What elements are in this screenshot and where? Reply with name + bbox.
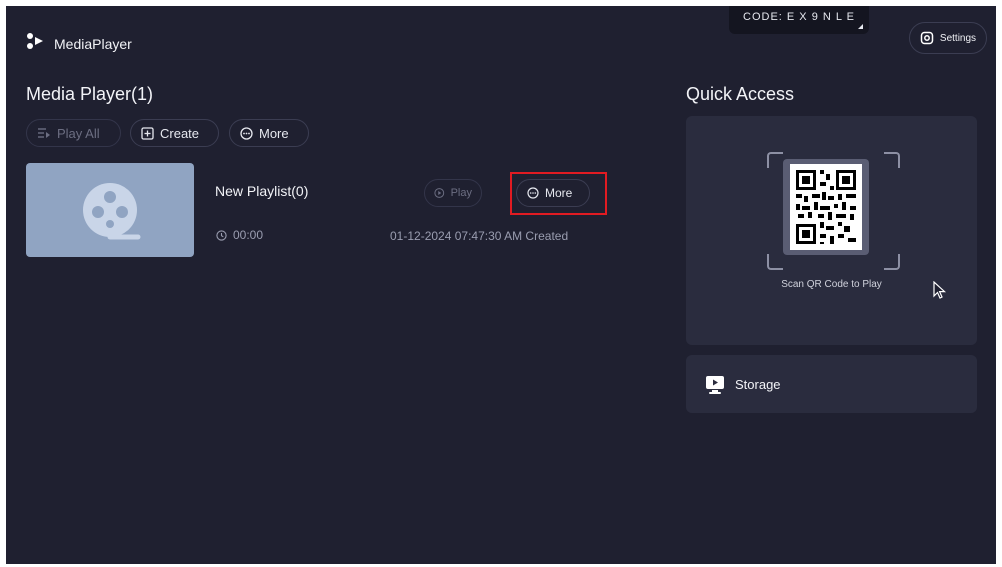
clock-icon <box>216 229 227 241</box>
more-toolbar-label: More <box>259 125 289 141</box>
play-label: Play <box>450 187 472 199</box>
storage-button[interactable] <box>686 355 977 413</box>
qr-corner-bottom-left <box>767 254 783 270</box>
more-options-icon <box>240 126 253 140</box>
duration-value: 00:00 <box>233 228 264 242</box>
add-box-icon <box>141 126 154 140</box>
play-circle-icon <box>434 188 445 198</box>
mouse-cursor-icon <box>933 281 947 299</box>
app-name: MediaPlayer <box>54 36 132 52</box>
create-button[interactable]: Create <box>130 119 219 147</box>
playlist-name[interactable]: New Playlist(0) <box>215 183 308 199</box>
quick-access-title: Quick Access <box>686 84 795 104</box>
play-all-button[interactable]: Play All <box>26 119 121 147</box>
qr-corner-top-left <box>767 152 783 168</box>
settings-label: Settings <box>939 32 977 44</box>
play-button[interactable]: Play <box>424 179 482 207</box>
playlist-thumbnail[interactable] <box>26 163 194 257</box>
settings-icon <box>920 31 934 45</box>
play-all-label: Play All <box>57 125 100 141</box>
created-timestamp: 01-12-2024 07:47:30 AM Created <box>390 229 569 243</box>
qr-corner-top-right <box>884 152 900 168</box>
more-toolbar-button[interactable]: More <box>229 119 309 147</box>
highlight-box <box>510 172 607 215</box>
corner-indicator-icon <box>858 24 863 29</box>
app-logo-icon <box>27 33 43 49</box>
app-screen: MediaPlayer CODE: E X 9 N L E Settings M… <box>6 6 996 564</box>
device-code: CODE: E X 9 N L E <box>729 6 869 34</box>
qr-code-icon[interactable] <box>790 164 862 250</box>
playlist-duration: 00:00 <box>216 228 263 242</box>
device-code-label: CODE: E X 9 N L E <box>743 11 855 23</box>
play-list-icon <box>38 128 50 138</box>
settings-button[interactable]: Settings <box>909 22 987 54</box>
storage-icon <box>706 376 724 394</box>
qr-corner-bottom-right <box>884 254 900 270</box>
section-title: Media Player(1) <box>26 84 154 104</box>
create-label: Create <box>160 125 200 141</box>
storage-label: Storage <box>735 377 781 392</box>
film-reel-icon <box>83 183 141 240</box>
